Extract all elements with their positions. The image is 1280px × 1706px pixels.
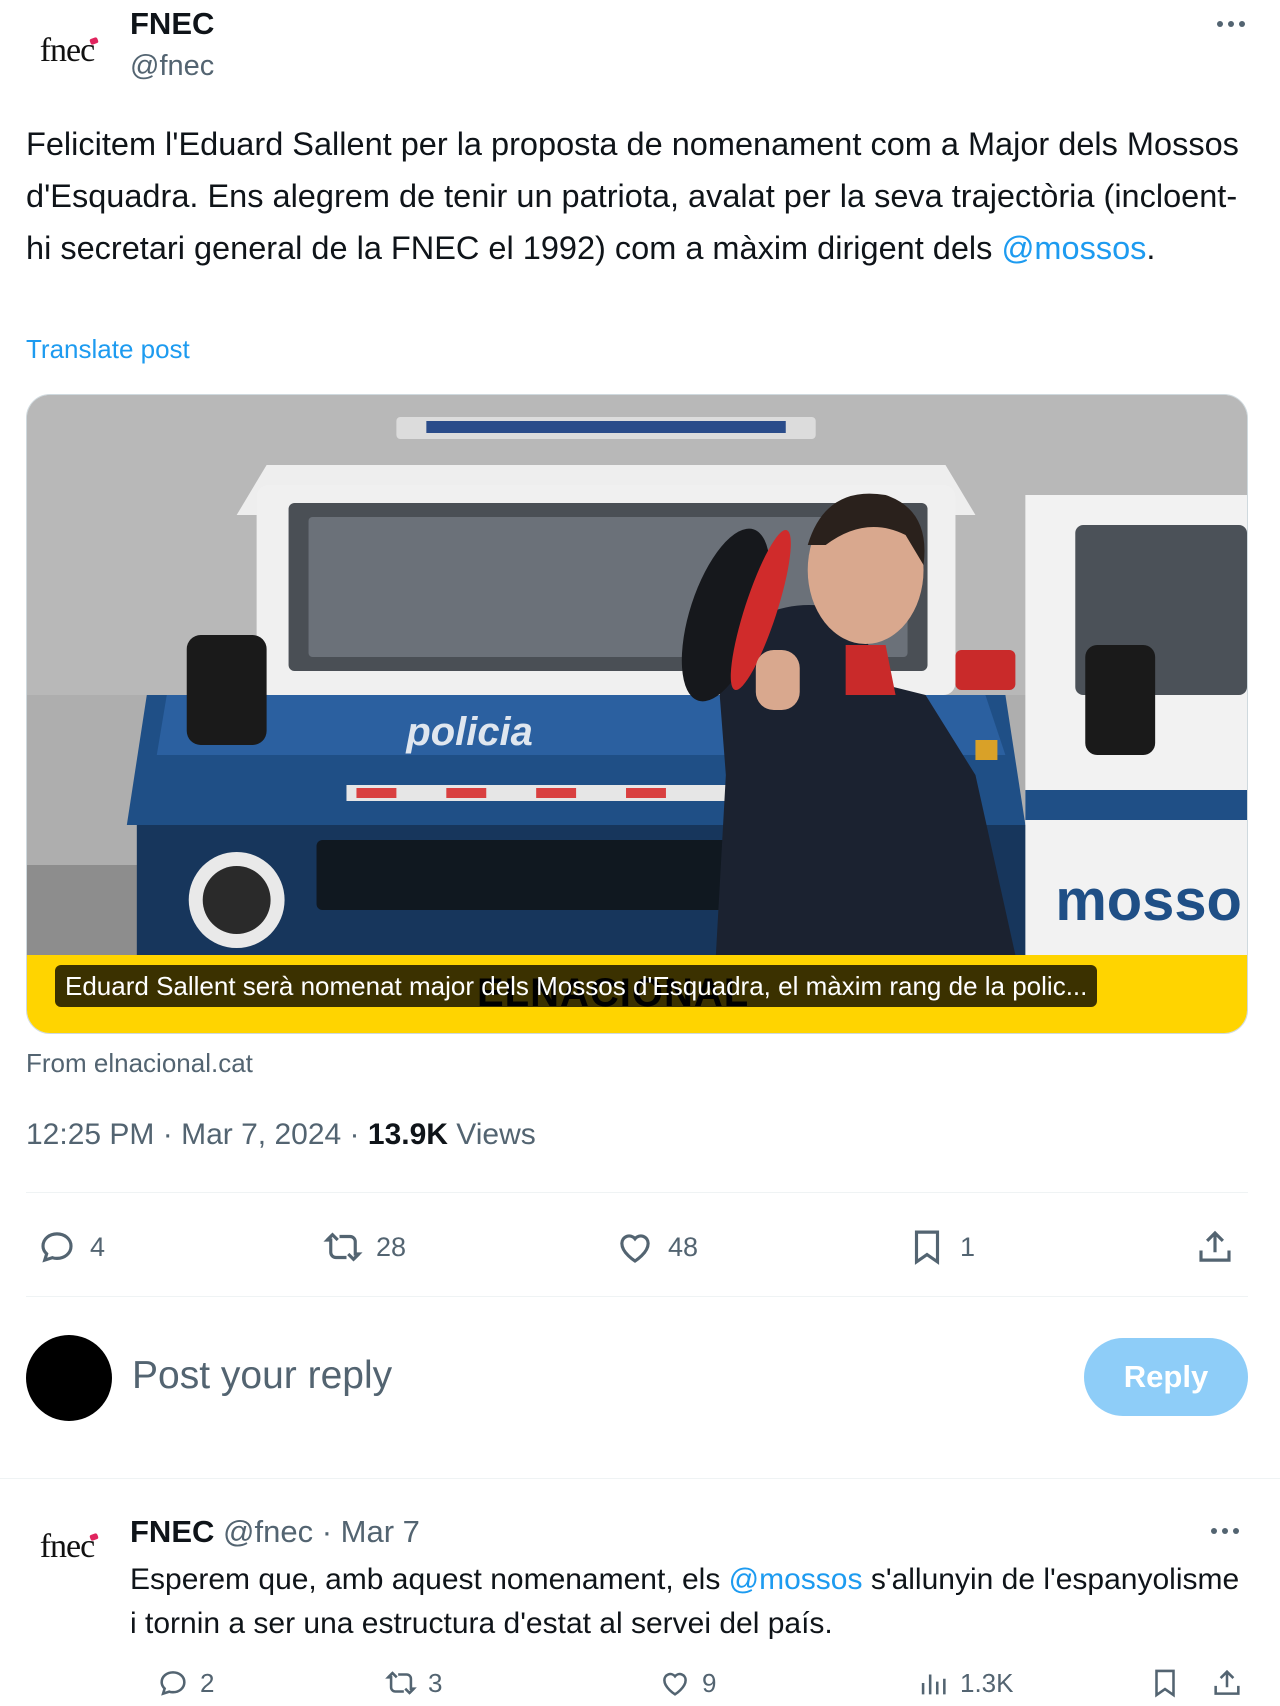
views-count: 13.9K bbox=[367, 1118, 448, 1151]
reply-bookmark-action[interactable] bbox=[1148, 1666, 1182, 1700]
fnec-logo: fnec bbox=[39, 32, 96, 69]
logo-accent-mark bbox=[89, 36, 99, 46]
meta-separator: · bbox=[349, 1118, 360, 1151]
repost-action[interactable]: 28 bbox=[322, 1226, 406, 1268]
user-avatar[interactable] bbox=[26, 1335, 112, 1421]
divider bbox=[26, 1192, 1248, 1193]
vehicle-police-text: policia bbox=[405, 710, 532, 754]
bookmark-icon bbox=[914, 1230, 940, 1265]
repost-count: 28 bbox=[376, 1231, 407, 1262]
reply-date[interactable]: Mar 7 bbox=[341, 1514, 420, 1549]
like-action[interactable]: 48 bbox=[614, 1226, 698, 1268]
reply-share-action[interactable] bbox=[1210, 1666, 1244, 1700]
divider bbox=[0, 1478, 1280, 1479]
reply-text: Esperem que, amb aquest nomenament, els … bbox=[130, 1558, 1240, 1646]
reply-author-name[interactable]: FNEC bbox=[130, 1514, 214, 1549]
logo-accent-mark bbox=[89, 1532, 99, 1542]
reply-repost-action[interactable]: 3 bbox=[384, 1666, 442, 1700]
reply-reply-action[interactable]: 2 bbox=[156, 1666, 214, 1700]
reply-separator: · bbox=[321, 1514, 333, 1549]
fnec-logo: fnec bbox=[39, 1528, 96, 1565]
reply-author-avatar[interactable]: fnec bbox=[26, 1506, 108, 1588]
reply-views-count: 1.3K bbox=[960, 1667, 1014, 1698]
reply-post[interactable]: fnec FNEC @fnec · Mar 7 Esperem que, amb… bbox=[26, 1496, 1248, 1706]
repost-icon bbox=[323, 1232, 363, 1262]
mention-link[interactable]: @mossos bbox=[1001, 230, 1146, 266]
reply-text-main: Esperem que, amb aquest nomenament, els bbox=[130, 1563, 729, 1596]
like-count: 48 bbox=[668, 1231, 699, 1262]
translate-post-link[interactable]: Translate post bbox=[26, 334, 190, 365]
heart-icon bbox=[663, 1672, 687, 1696]
reply-bubble-icon bbox=[160, 1671, 186, 1696]
reply-like-count: 9 bbox=[702, 1667, 717, 1698]
bookmark-action[interactable]: 1 bbox=[906, 1226, 975, 1268]
reply-repost-count: 3 bbox=[428, 1667, 443, 1698]
reply-mention-link[interactable]: @mossos bbox=[729, 1563, 863, 1596]
more-dot-icon bbox=[1217, 21, 1223, 27]
views-label: Views bbox=[456, 1118, 536, 1151]
reply-bubble-icon bbox=[41, 1232, 73, 1263]
divider bbox=[26, 1296, 1248, 1297]
share-icon bbox=[1214, 1669, 1240, 1695]
meta-separator: · bbox=[162, 1118, 173, 1151]
more-dot-icon bbox=[1239, 21, 1245, 27]
post-header: fnec FNEC @fnec bbox=[26, 0, 1254, 96]
reply-header: FNEC @fnec · Mar 7 bbox=[130, 1514, 420, 1550]
share-icon bbox=[1199, 1230, 1231, 1262]
post-text: Felicitem l'Eduard Sallent per la propos… bbox=[26, 118, 1246, 274]
article-photo: policia mosso bbox=[27, 395, 1247, 955]
reply-action-bar: 2 3 9 1.3K bbox=[130, 1666, 1248, 1706]
repost-icon bbox=[385, 1671, 417, 1695]
reply-action[interactable]: 4 bbox=[36, 1226, 105, 1268]
reply-input[interactable]: Post your reply bbox=[132, 1354, 392, 1398]
card-headline: Eduard Sallent serà nomenat major dels M… bbox=[55, 965, 1098, 1007]
views-chart-icon bbox=[921, 1674, 946, 1695]
post-date[interactable]: Mar 7, 2024 bbox=[181, 1118, 341, 1151]
post-meta: 12:25 PM · Mar 7, 2024 · 13.9K Views bbox=[26, 1118, 536, 1152]
more-dot-icon bbox=[1233, 1528, 1239, 1534]
reply-author-handle[interactable]: @fnec bbox=[223, 1514, 313, 1549]
author-handle[interactable]: @fnec bbox=[130, 50, 214, 83]
bookmark-count: 1 bbox=[960, 1231, 976, 1262]
card-source[interactable]: From elnacional.cat bbox=[26, 1048, 253, 1079]
side-vehicle-text: mosso bbox=[1055, 869, 1242, 933]
bookmark-icon bbox=[1155, 1669, 1175, 1698]
post-time[interactable]: 12:25 PM bbox=[26, 1118, 154, 1151]
reply-more-options-button[interactable] bbox=[1202, 1516, 1248, 1546]
more-dot-icon bbox=[1222, 1528, 1228, 1534]
post-action-bar: 4 28 48 1 bbox=[26, 1208, 1248, 1288]
more-dot-icon bbox=[1228, 21, 1234, 27]
author-avatar[interactable]: fnec bbox=[26, 10, 108, 92]
heart-icon bbox=[620, 1234, 650, 1263]
reply-reply-count: 2 bbox=[200, 1667, 215, 1698]
reply-count: 4 bbox=[90, 1231, 106, 1262]
reply-composer: Post your reply Reply bbox=[26, 1332, 1248, 1428]
author-display-name[interactable]: FNEC bbox=[130, 6, 214, 42]
reply-button[interactable]: Reply bbox=[1084, 1338, 1248, 1416]
share-action[interactable] bbox=[1194, 1226, 1236, 1268]
reply-like-action[interactable]: 9 bbox=[658, 1666, 716, 1700]
post-text-end: . bbox=[1146, 230, 1156, 266]
more-options-button[interactable] bbox=[1208, 4, 1254, 44]
reply-views-action[interactable]: 1.3K bbox=[916, 1666, 1014, 1700]
link-preview-card[interactable]: policia mosso ELNACIONAL Eduard Sallent … bbox=[26, 394, 1248, 1034]
more-dot-icon bbox=[1211, 1528, 1217, 1534]
